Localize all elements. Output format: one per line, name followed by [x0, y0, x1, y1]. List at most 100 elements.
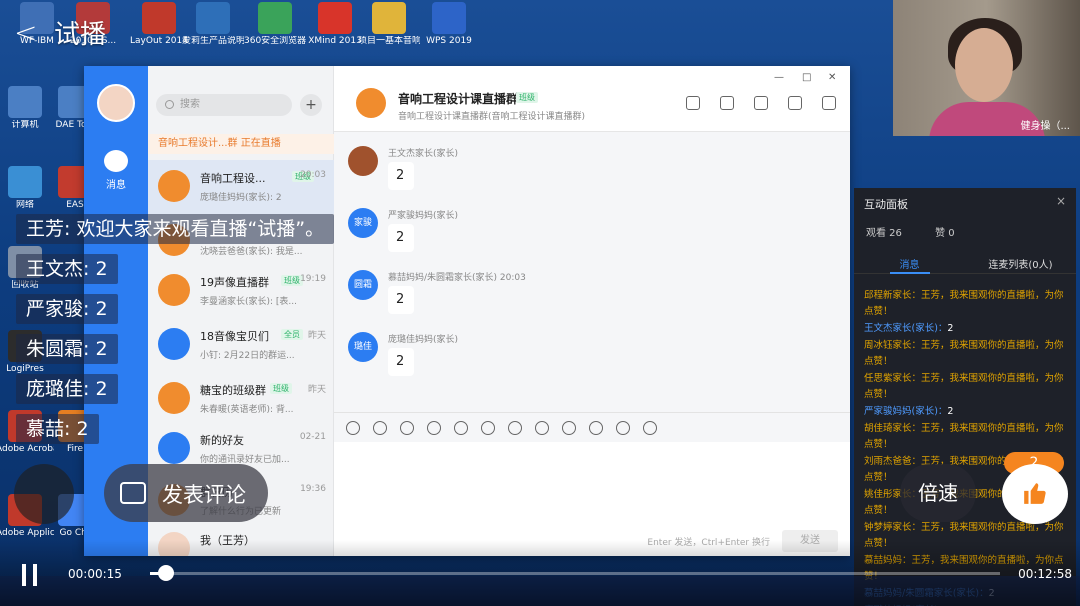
conversation-avatar: [158, 170, 190, 202]
add-button[interactable]: +: [300, 94, 322, 116]
folder-icon[interactable]: [754, 96, 768, 110]
conversation-item[interactable]: 19声像直播群 班级 19:19 李曼涵家长(家长): [表...: [148, 264, 334, 318]
desktop-icon-label: WPS 2019: [426, 36, 472, 46]
tab-mic-list[interactable]: 连麦列表(0人): [965, 256, 1076, 271]
panel-close-icon[interactable]: ×: [1056, 194, 1066, 208]
group-subtitle: 音响工程设计课直播群(音响工程设计课直播群): [398, 112, 586, 122]
danmu-comment: 庞璐佳: 2: [16, 374, 118, 404]
red-packet-icon[interactable]: [616, 420, 630, 435]
conversation-time: 02-21: [299, 432, 326, 442]
conversation-item[interactable]: 糖宝的班级群 班级 昨天 朱春暖(英语老师): 背...: [148, 372, 334, 426]
desktop-icon[interactable]: LayOut 2014: [128, 2, 190, 47]
panel-message-sender: 严家骏妈妈(家长)：: [864, 406, 948, 417]
conversation-name: 19声像直播群: [200, 276, 269, 289]
live-banner[interactable]: 音响工程设计...群 正在直播: [148, 134, 334, 154]
phone-icon[interactable]: [535, 420, 549, 435]
message-sender: 王文杰家长(家长): [388, 149, 459, 159]
message-avatar[interactable]: 家骏: [348, 208, 378, 238]
back-icon[interactable]: <: [14, 18, 37, 48]
conversation-time: 20:03: [300, 170, 326, 180]
video-icon[interactable]: [562, 420, 576, 435]
thumb-icon[interactable]: [400, 420, 414, 435]
conversation-item[interactable]: 18音像宝贝们 全员 昨天 小钉: 2月22日的群运...: [148, 318, 334, 372]
emoji-icon[interactable]: [373, 420, 387, 435]
message-avatar[interactable]: [348, 146, 378, 176]
mail-icon[interactable]: [589, 420, 603, 435]
panel-message: 邱程新家长：王芳，我来围观你的直播啦，为你点赞！: [864, 288, 1068, 320]
conversation-avatar: [158, 382, 190, 414]
close-icon[interactable]: ✕: [828, 72, 836, 83]
speed-button[interactable]: 倍速: [900, 464, 976, 522]
file-icon[interactable]: [481, 420, 495, 435]
viewer-count: 观看 26: [866, 228, 902, 239]
desktop-icon-label: 项目一基本音响系统...: [358, 36, 420, 46]
doc-icon[interactable]: [508, 420, 522, 435]
danmu-comment: 严家骏: 2: [16, 294, 118, 324]
app-icon: [432, 2, 466, 34]
panel-message: 周冰钰家长：王芳，我来围观你的直播啦，为你点赞！: [864, 338, 1068, 370]
conversation-preview: 小钉: 2月22日的群运...: [200, 351, 295, 361]
app-icon: [258, 2, 292, 34]
conversation-preview: 沈晓芸爸爸(家长): 我是...: [200, 247, 303, 257]
conversation-avatar: [158, 274, 190, 306]
panel-title: 互动面板: [864, 198, 908, 211]
pause-icon[interactable]: [22, 564, 38, 586]
conversation-name: 音响工程设...: [200, 172, 266, 185]
total-time: 00:12:58: [1018, 567, 1072, 581]
conversation-item[interactable]: 音响工程设... 班级 20:03 庞璐佳妈妈(家长): 2: [148, 160, 334, 214]
conversation-name: 糖宝的班级群: [200, 384, 266, 397]
chat-main: — □ ✕ 音响工程设计课直播群 班级 音响工程设计课直播群(音响工程设计课直播…: [334, 66, 850, 556]
message-avatar[interactable]: 圆霜: [348, 270, 378, 300]
scissors-icon[interactable]: [427, 420, 441, 435]
conversation-time: 昨天: [307, 331, 326, 341]
message-bubble[interactable]: 2: [388, 162, 414, 190]
group-tag: 班级: [516, 92, 538, 103]
message-input[interactable]: Enter 发送，Ctrl+Enter 换行 发送: [334, 442, 850, 556]
announce-icon[interactable]: [686, 96, 700, 110]
desktop-icon-label: 360安全浏览器: [244, 36, 306, 46]
app-icon: [8, 86, 42, 118]
desktop-icon[interactable]: XMind 2013: [304, 2, 366, 47]
desktop-icon[interactable]: 360安全浏览器: [244, 2, 306, 47]
desktop-icon[interactable]: WPS 2019: [418, 2, 480, 47]
maximize-icon[interactable]: □: [802, 72, 811, 83]
live-icon[interactable]: [788, 96, 802, 110]
search-input[interactable]: 搜索: [156, 94, 292, 116]
conversation-name: 新的好友: [200, 434, 244, 447]
ellipsis-icon[interactable]: [643, 420, 657, 435]
message-sender: 严家骏妈妈(家长): [388, 211, 459, 221]
desktop-icon[interactable]: 项目一基本音响系统...: [358, 2, 420, 47]
message-bubble[interactable]: 2: [388, 348, 414, 376]
header-actions: [686, 96, 836, 110]
more-icon[interactable]: [822, 96, 836, 110]
tab-messages[interactable]: 消息: [854, 256, 965, 271]
app-icon: [142, 2, 176, 34]
conversation-preview: 庞璐佳妈妈(家长): 2: [200, 193, 282, 203]
current-time: 00:00:15: [68, 567, 122, 581]
message-avatar[interactable]: 璐佳: [348, 332, 378, 362]
ding-icon[interactable]: [346, 420, 360, 435]
tab-indicator: [890, 272, 930, 274]
message-sender: 慕喆妈妈/朱圆霜家长(家长) 20:03: [388, 273, 526, 283]
danmu-comment: 朱圆霜: 2: [16, 334, 118, 364]
panel-stats: 观看 26 赞 0: [866, 224, 985, 239]
history-icon[interactable]: [720, 96, 734, 110]
danmu-comment: 慕喆: 2: [16, 414, 99, 444]
group-avatar: [356, 88, 386, 118]
user-avatar[interactable]: [97, 84, 135, 122]
at-icon[interactable]: [454, 420, 468, 435]
message-bubble[interactable]: 2: [388, 224, 414, 252]
like-button[interactable]: [1002, 464, 1068, 524]
note-button[interactable]: [14, 464, 74, 524]
message-bubble[interactable]: 2: [388, 286, 414, 314]
minimize-icon[interactable]: —: [774, 72, 784, 83]
comment-icon: [120, 482, 146, 504]
comment-button[interactable]: 发表评论: [104, 464, 268, 522]
panel-message-sender: 王文杰家长(家长)：: [864, 323, 948, 334]
panel-tabs: 消息 连麦列表(0人): [854, 250, 1076, 274]
progress-bar[interactable]: [150, 565, 1000, 581]
desktop-icon[interactable]: 爱莉生产品说明书: [182, 2, 244, 47]
nav-message-label[interactable]: 消息: [84, 176, 148, 191]
desktop-icon-label: XMind 2013: [308, 36, 362, 46]
message-icon[interactable]: [104, 150, 128, 172]
